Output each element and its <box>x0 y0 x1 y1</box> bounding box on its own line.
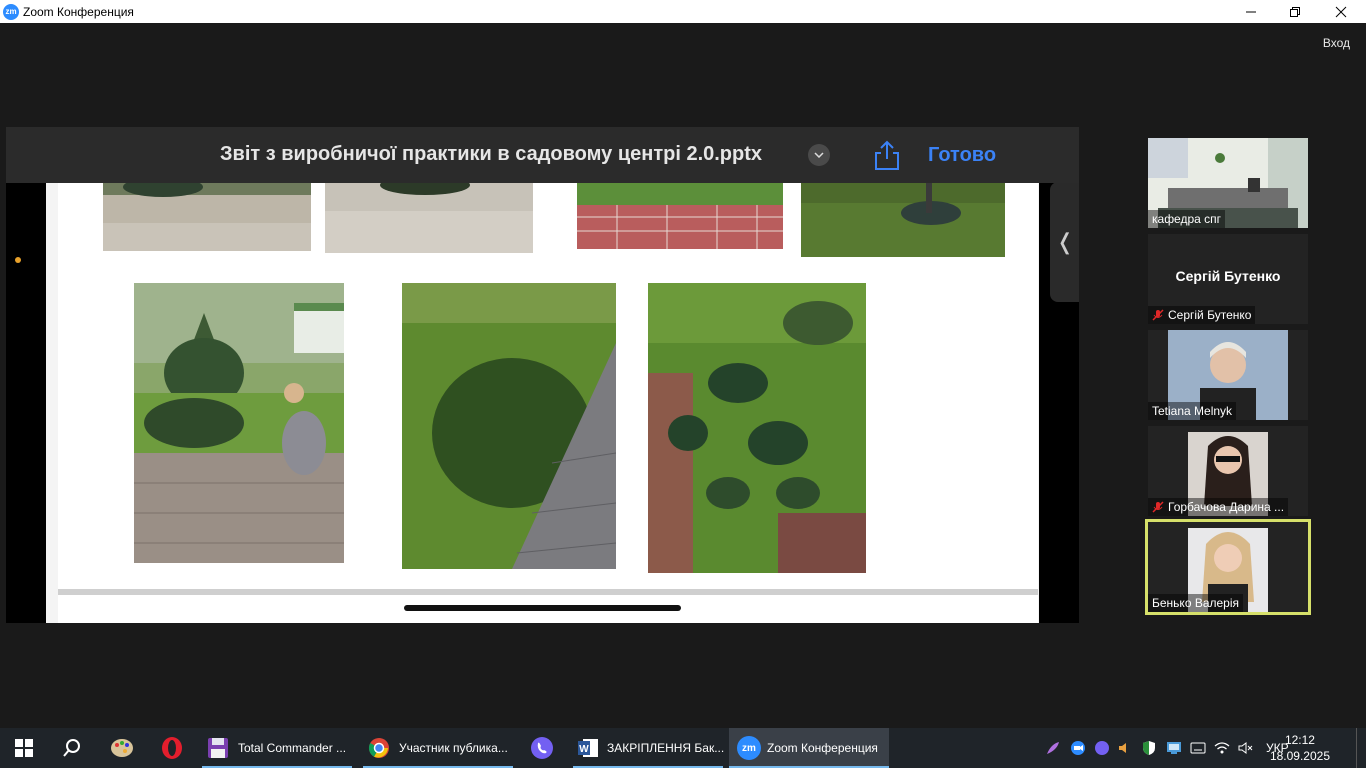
slide-photo <box>103 183 311 251</box>
paint-palette-icon[interactable] <box>98 728 146 768</box>
participant-tile[interactable]: кафедра спг <box>1148 138 1308 228</box>
volume-muted-tray-icon[interactable] <box>1118 728 1134 768</box>
chrome-icon <box>367 736 391 760</box>
participant-name: Tetiana Melnyk <box>1148 402 1237 420</box>
security-shield-icon[interactable] <box>1142 728 1158 768</box>
close-icon[interactable] <box>1318 0 1364 23</box>
clock[interactable]: 12:12 18.09.2025 <box>1270 732 1330 764</box>
participant-display-name: Сергій Бутенко <box>1175 268 1281 284</box>
restore-icon[interactable] <box>1272 0 1318 23</box>
document-title: Звіт з виробничої практики в садовому це… <box>220 143 763 165</box>
opera-icon[interactable] <box>148 728 196 768</box>
clock-date: 18.09.2025 <box>1269 749 1330 763</box>
taskbar-app-zoom[interactable]: zm Zoom Конференция <box>729 728 889 768</box>
zoom-logo-icon: zm <box>3 3 19 20</box>
slide-photo <box>325 183 533 253</box>
share-icon[interactable] <box>872 139 902 171</box>
slide-photo <box>801 183 1005 257</box>
taskbar-app-word[interactable]: W ЗАКРІПЛЕННЯ Бак... <box>573 728 724 768</box>
screen-share-area: ❬ Звіт з виробничої практики в садовому … <box>6 127 1079 623</box>
participant-tile[interactable]: Горбачова Дарина ... <box>1148 426 1308 516</box>
viber-tray-icon[interactable] <box>1094 728 1112 768</box>
participant-tile[interactable]: Tetiana Melnyk <box>1148 330 1308 420</box>
show-desktop-button[interactable] <box>1356 728 1366 768</box>
network-adapter-icon[interactable] <box>1166 728 1184 768</box>
viber-icon[interactable] <box>518 728 566 768</box>
slide-photo-hedge <box>402 283 616 569</box>
participant-name: Бенько Валерія <box>1148 594 1244 612</box>
search-icon[interactable] <box>48 728 96 768</box>
done-button[interactable]: Готово <box>928 144 996 167</box>
participant-name: кафедра спг <box>1148 210 1226 228</box>
home-indicator <box>404 605 681 611</box>
participant-tile-active-speaker[interactable]: Бенько Валерія <box>1145 519 1311 615</box>
keyboard-icon[interactable] <box>1190 728 1208 768</box>
shared-slide <box>46 183 1039 623</box>
share-header: Звіт з виробничої практики в садовому це… <box>6 127 1079 183</box>
recording-dot-icon <box>15 257 21 263</box>
clock-time: 12:12 <box>1284 733 1315 747</box>
taskbar-app-total-commander[interactable]: Total Commander ... <box>202 728 352 768</box>
minimize-icon[interactable] <box>1228 0 1274 23</box>
participant-name: Сергій Бутенко <box>1148 306 1256 324</box>
participant-tile[interactable]: Сергій Бутенко Сергій Бутенко <box>1148 234 1308 324</box>
side-panel-tab[interactable]: ❬ <box>1050 182 1079 302</box>
participant-name: Горбачова Дарина ... <box>1148 498 1289 516</box>
chevron-left-icon: ❬ <box>1055 229 1075 254</box>
zoom-icon: zm <box>737 736 761 760</box>
zoom-tray-icon[interactable] <box>1070 728 1088 768</box>
speaker-muted-icon[interactable] <box>1238 728 1256 768</box>
zoom-window: zm Zoom Конференция Вход ❬ Звіт з виробн… <box>0 0 1366 768</box>
title-bar: zm Zoom Конференция <box>0 0 1366 23</box>
slide-photo-gardener <box>134 283 344 563</box>
slide-photo-flowerbed <box>648 283 866 573</box>
floppy-icon <box>206 736 230 760</box>
svg-text:W: W <box>579 744 589 755</box>
signin-link[interactable]: Вход <box>1323 36 1350 50</box>
windows-taskbar: Total Commander ... Участник публика... … <box>0 728 1366 768</box>
wifi-icon[interactable] <box>1214 728 1232 768</box>
feather-icon[interactable] <box>1045 728 1063 768</box>
mic-muted-icon <box>1152 309 1164 321</box>
window-title: Zoom Конференция <box>23 4 134 19</box>
mic-muted-icon <box>1152 501 1164 513</box>
chevron-down-icon[interactable] <box>808 144 830 166</box>
word-icon: W <box>577 736 599 760</box>
windows-start-icon[interactable] <box>0 728 48 768</box>
taskbar-app-chrome[interactable]: Участник публика... <box>363 728 513 768</box>
slide-photo <box>577 183 783 249</box>
